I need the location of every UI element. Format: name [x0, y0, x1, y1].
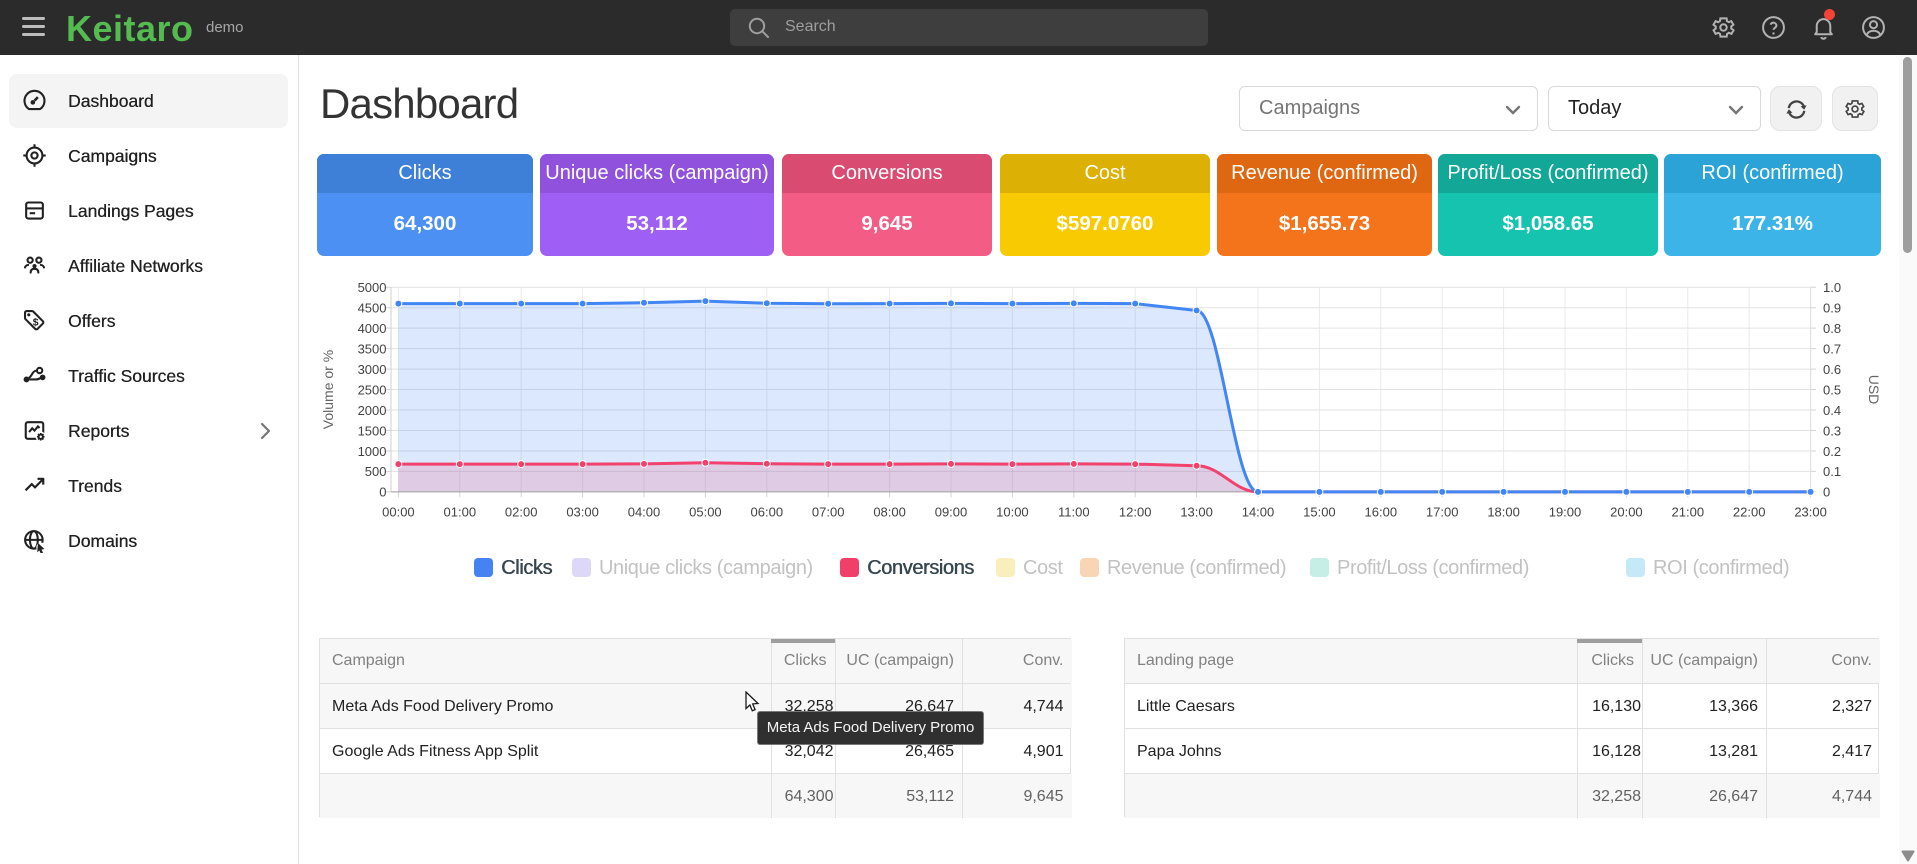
svg-text:0.8: 0.8	[1823, 321, 1841, 336]
svg-text:2500: 2500	[358, 382, 387, 397]
svg-text:0: 0	[379, 485, 386, 500]
svg-text:0.2: 0.2	[1823, 444, 1841, 459]
svg-text:0.6: 0.6	[1823, 362, 1841, 377]
svg-text:0.5: 0.5	[1823, 382, 1841, 397]
svg-text:09:00: 09:00	[935, 505, 968, 520]
svg-text:$: $	[33, 317, 39, 328]
svg-text:1000: 1000	[358, 444, 387, 459]
svg-text:0.1: 0.1	[1823, 464, 1841, 479]
svg-text:USD: USD	[1866, 375, 1882, 405]
svg-text:01:00: 01:00	[444, 505, 477, 520]
svg-text:1.0: 1.0	[1823, 280, 1841, 295]
svg-text:1500: 1500	[358, 423, 387, 438]
svg-text:08:00: 08:00	[873, 505, 906, 520]
svg-text:14:00: 14:00	[1242, 505, 1275, 520]
svg-text:12:00: 12:00	[1119, 505, 1152, 520]
svg-text:0: 0	[1823, 485, 1830, 500]
svg-text:15:00: 15:00	[1303, 505, 1336, 520]
svg-text:17:00: 17:00	[1426, 505, 1459, 520]
svg-text:0.7: 0.7	[1823, 341, 1841, 356]
svg-text:0.9: 0.9	[1823, 301, 1841, 316]
svg-text:23:00: 23:00	[1794, 505, 1827, 520]
svg-text:20:00: 20:00	[1610, 505, 1643, 520]
svg-text:03:00: 03:00	[566, 505, 599, 520]
svg-text:Volume or %: Volume or %	[320, 350, 336, 429]
svg-text:0.4: 0.4	[1823, 403, 1841, 418]
svg-text:18:00: 18:00	[1487, 505, 1520, 520]
svg-text:2000: 2000	[358, 403, 387, 418]
svg-text:16:00: 16:00	[1365, 505, 1398, 520]
svg-text:04:00: 04:00	[628, 505, 661, 520]
svg-text:3500: 3500	[358, 341, 387, 356]
svg-text:5000: 5000	[358, 280, 387, 295]
svg-text:0.3: 0.3	[1823, 423, 1841, 438]
svg-text:19:00: 19:00	[1549, 505, 1582, 520]
svg-text:500: 500	[365, 464, 387, 479]
svg-text:02:00: 02:00	[505, 505, 538, 520]
svg-text:05:00: 05:00	[689, 505, 722, 520]
svg-text:3000: 3000	[358, 362, 387, 377]
svg-text:10:00: 10:00	[996, 505, 1029, 520]
svg-text:21:00: 21:00	[1672, 505, 1705, 520]
svg-text:00:00: 00:00	[382, 505, 415, 520]
svg-text:4000: 4000	[358, 321, 387, 336]
svg-text:07:00: 07:00	[812, 505, 845, 520]
svg-text:4500: 4500	[358, 301, 387, 316]
svg-text:11:00: 11:00	[1058, 505, 1090, 520]
svg-text:22:00: 22:00	[1733, 505, 1766, 520]
svg-text:06:00: 06:00	[751, 505, 784, 520]
svg-text:13:00: 13:00	[1180, 505, 1213, 520]
